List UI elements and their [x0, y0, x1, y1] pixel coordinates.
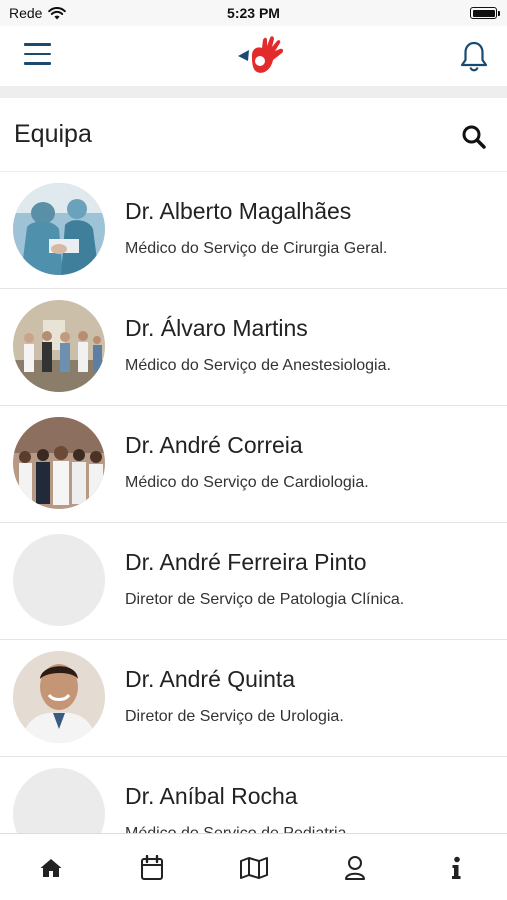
avatar [13, 183, 105, 275]
doctor-name: Dr. André Ferreira Pinto [125, 549, 367, 575]
doctor-role: Diretor de Serviço de Patologia Clínica. [125, 591, 405, 608]
list-item[interactable]: Dr. André Ferreira Pinto Diretor de Serv… [0, 523, 507, 640]
doctor-role: Médico do Serviço de Anestesiologia. [125, 357, 391, 374]
hamburger-icon-line [24, 52, 51, 55]
tab-home[interactable] [0, 834, 101, 900]
bell-icon [460, 41, 488, 72]
tab-map[interactable] [203, 834, 304, 900]
tab-bar [0, 833, 507, 900]
avatar-placeholder [13, 768, 105, 833]
avatar [13, 417, 105, 509]
battery-fill [472, 9, 495, 17]
search-button[interactable] [461, 124, 487, 150]
doctor-role: Médico do Serviço de Cirurgia Geral. [125, 240, 388, 257]
hamburger-icon-line [24, 62, 51, 65]
doctor-role: Diretor de Serviço de Urologia. [125, 708, 344, 725]
logo-icon [238, 36, 284, 73]
hamburger-icon [24, 43, 51, 46]
doctor-name: Dr. André Correia [125, 432, 303, 458]
list-item[interactable]: Dr. André Quinta Diretor de Serviço de U… [0, 640, 507, 757]
search-icon [462, 125, 486, 149]
tab-profile[interactable] [304, 834, 405, 900]
section-header: Equipa [0, 98, 507, 172]
notifications-button[interactable] [459, 40, 489, 72]
status-bar: Rede 5:23 PM [0, 0, 507, 26]
list-item[interactable]: Dr. Álvaro Martins Médico do Serviço de … [0, 289, 507, 406]
status-time: 5:23 PM [227, 5, 280, 21]
avatar [13, 300, 105, 392]
doctor-name: Dr. Aníbal Rocha [125, 783, 298, 809]
home-icon [40, 858, 61, 877]
team-list: Dr. Alberto Magalhães Médico do Serviço … [0, 172, 507, 833]
user-icon [344, 855, 365, 880]
menu-button[interactable] [24, 43, 52, 67]
list-item[interactable]: Dr. André Correia Médico do Serviço de C… [0, 406, 507, 523]
app-header [0, 26, 507, 86]
header-separator [0, 86, 507, 98]
list-item[interactable]: Dr. Alberto Magalhães Médico do Serviço … [0, 172, 507, 289]
doctor-name: Dr. Alberto Magalhães [125, 198, 352, 224]
calendar-icon [140, 854, 163, 880]
battery-icon [470, 7, 500, 19]
doctor-name: Dr. Álvaro Martins [125, 315, 308, 341]
tab-info[interactable] [405, 834, 506, 900]
tab-calendar[interactable] [101, 834, 202, 900]
doctor-role: Médico do Serviço de Cardiologia. [125, 474, 369, 491]
page-title: Equipa [14, 120, 92, 148]
map-icon [239, 856, 268, 879]
info-icon [451, 856, 460, 879]
list-item[interactable]: Dr. Aníbal Rocha Médico do Serviço de Pe… [0, 757, 507, 833]
avatar [13, 651, 105, 743]
avatar-placeholder [13, 534, 105, 626]
doctor-role: Médico do Serviço de Pediatria. [125, 825, 351, 833]
doctor-name: Dr. André Quinta [125, 666, 296, 692]
